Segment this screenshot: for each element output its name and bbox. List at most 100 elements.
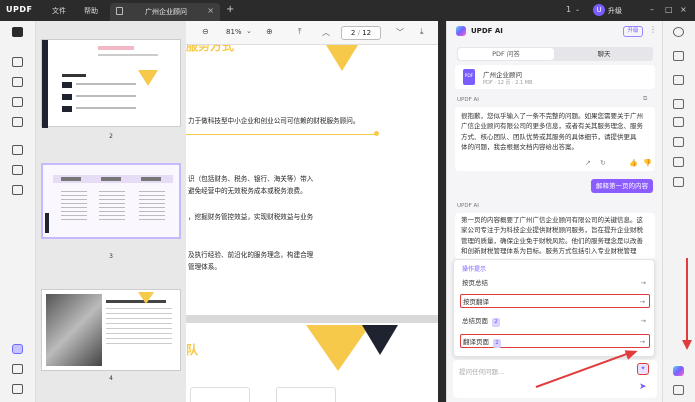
zoom-out-icon[interactable]: ⊖	[202, 27, 209, 36]
zoom-level[interactable]: 81%	[226, 28, 242, 36]
notification-count[interactable]: 1	[566, 5, 571, 14]
ai-assistant-panel: UPDF AI 升级 ⋮ PDF 问答 聊天 PDF 广州企业顾问 PDF · …	[446, 21, 662, 402]
file-meta: PDF · 12 页 · 2.1 MB	[483, 80, 533, 86]
minimize-icon[interactable]: –	[650, 5, 654, 14]
arrow-right-icon: →	[640, 317, 646, 325]
email-icon[interactable]	[673, 157, 684, 167]
convert-icon[interactable]	[673, 51, 684, 61]
prompt-item-summarize-by-page[interactable]: 按页总结 →	[460, 276, 650, 290]
thumbnail-page-number: 4	[109, 375, 113, 382]
ai-title: UPDF AI	[471, 27, 503, 35]
close-window-icon[interactable]: ×	[680, 5, 687, 14]
prompt-item-label: 按页翻译	[463, 298, 489, 306]
add-tab-button[interactable]: +	[226, 4, 234, 15]
thumbnail-page-number: 3	[109, 253, 113, 260]
maximize-icon[interactable]: □	[665, 5, 673, 14]
file-name: 广州企业顾问	[483, 71, 522, 79]
prompt-item-label: 按页总结	[462, 279, 488, 287]
export-icon[interactable]	[673, 75, 684, 85]
document-tab[interactable]: 广州企业顾问 ×	[110, 3, 220, 21]
document-text: 及执行经验、前沿化的服务理念，构建合理	[188, 251, 314, 259]
attachment-icon[interactable]	[12, 384, 23, 394]
left-toolbar	[0, 21, 36, 402]
message-line: 体的问题，我会根据文档内容给出答案。	[461, 143, 578, 152]
protect-icon[interactable]	[12, 165, 23, 175]
document-text: 避免经营中的无效税务成本或税务浪费。	[188, 187, 307, 195]
thumbnail-page[interactable]	[41, 163, 181, 239]
thumbs-down-icon[interactable]: 👎	[643, 159, 652, 167]
bot-name: UPDF AI	[457, 97, 479, 103]
prompt-item-label: 总结页面	[462, 317, 488, 325]
suggested-question-chip[interactable]: 解释第一页的内容	[591, 179, 653, 193]
prompt-menu-header: 操作提示	[462, 266, 487, 273]
cloud-file-icon	[116, 7, 123, 15]
document-page: 服务方式 力于做科技型中小企业和创业公司可信赖的财税服务顾问。 识（包括财务、税…	[186, 45, 438, 315]
ai-upgrade-button[interactable]: 升级	[623, 26, 643, 37]
arrow-right-icon: →	[639, 338, 645, 346]
ai-logo-icon	[456, 26, 466, 36]
last-page-icon[interactable]: ⤓	[420, 27, 424, 37]
ai-message-text: 很抱歉，您似乎输入了一条不完整的问题。如果您需要关于广州 广信企业顾问有限公司的…	[461, 111, 643, 153]
tab-chat[interactable]: 聊天	[556, 48, 652, 60]
organize-icon[interactable]	[12, 117, 23, 127]
message-line: 第一页的内容概要了广州广信企业顾问有限公司的关键信息。这	[461, 216, 643, 224]
menu-file[interactable]: 文件	[52, 6, 66, 16]
ai-assistant-icon[interactable]	[673, 366, 684, 376]
prompt-icon[interactable]: ✦	[637, 363, 649, 375]
annotation-arrow	[686, 258, 688, 342]
next-page-icon[interactable]: ﹀	[396, 27, 404, 38]
thumbnail-panel: 2 3 4	[36, 21, 186, 402]
document-text: 管理体系。	[188, 263, 221, 271]
prompt-item-summarize-page[interactable]: 总结页面 2 →	[460, 314, 650, 328]
file-card: PDF 广州企业顾问 PDF · 12 页 · 2.1 MB	[455, 65, 655, 89]
ocr-icon[interactable]	[12, 145, 23, 155]
tab-close-button[interactable]: ×	[207, 6, 214, 15]
share-icon[interactable]: ↗	[585, 159, 591, 167]
bookmark-icon[interactable]	[12, 364, 23, 374]
layers-icon[interactable]	[12, 344, 23, 354]
zoom-in-icon[interactable]: ⊕	[266, 27, 273, 36]
chat-icon[interactable]	[673, 385, 684, 395]
refresh-icon[interactable]: ↻	[600, 159, 606, 167]
page-badge: 2	[493, 339, 501, 348]
prompt-menu: 操作提示 按页总结 → 按页翻译 → 总结页面 2 → 翻译页面 2 →	[453, 259, 655, 357]
prompt-item-translate-page[interactable]: 翻译页面 2 →	[460, 334, 650, 348]
comment-icon[interactable]	[12, 57, 23, 67]
search-icon[interactable]	[673, 27, 684, 37]
save-icon[interactable]	[673, 177, 684, 187]
prompt-item-translate-by-page[interactable]: 按页翻译 →	[460, 294, 650, 308]
message-line: 广信企业顾问有限公司的更多信息，或者有关其服务理念、服务	[461, 122, 643, 131]
chevron-down-icon[interactable]: ⌄	[575, 6, 580, 13]
page-number-input[interactable]: 2 / 12	[341, 26, 381, 40]
share-icon[interactable]	[673, 137, 684, 147]
thumbnail-page[interactable]	[41, 39, 181, 128]
reader-icon[interactable]	[12, 27, 23, 37]
thumbnail-page[interactable]	[41, 289, 181, 371]
page-total: 12	[362, 29, 372, 37]
print-icon[interactable]	[673, 99, 684, 109]
zoom-dropdown[interactable]: ⌄	[246, 27, 252, 35]
document-page: 队	[186, 323, 438, 402]
app-window: UPDF 文件 帮助 广州企业顾问 × + 1 ⌄ U 升级 – □ × 2 3…	[0, 0, 695, 402]
menu-help[interactable]: 帮助	[84, 6, 98, 16]
first-page-icon[interactable]: ⤒	[298, 27, 302, 37]
ai-mode-tabs: PDF 问答 聊天	[457, 47, 653, 61]
send-icon[interactable]: ➤	[639, 382, 647, 392]
copy-icon[interactable]: ⧉	[643, 95, 647, 103]
tab-pdf-qa[interactable]: PDF 问答	[458, 48, 554, 60]
ai-header: UPDF AI 升级 ⋮	[447, 21, 663, 43]
page-heading: 队	[186, 343, 199, 357]
arrow-right-icon: →	[639, 298, 645, 306]
more-icon[interactable]: ⋮	[649, 25, 657, 34]
thumbs-up-icon[interactable]: 👍	[629, 159, 638, 167]
document-toolbar: ⊖ 81% ⌄ ⊕ ⤒ ︿ 2 / 12 ﹀ ⤓	[186, 21, 438, 45]
avatar[interactable]: U	[593, 4, 605, 16]
edit-icon[interactable]	[12, 77, 23, 87]
upgrade-link[interactable]: 升级	[608, 6, 622, 16]
stamp-icon[interactable]	[12, 185, 23, 195]
form-icon[interactable]	[12, 97, 23, 107]
prev-page-icon[interactable]: ︿	[322, 27, 330, 38]
page-current: 2	[350, 29, 356, 37]
document-text: ，挖掘财务管控效益，实现财税效益与业务	[188, 213, 314, 221]
protect-icon[interactable]	[673, 117, 684, 127]
